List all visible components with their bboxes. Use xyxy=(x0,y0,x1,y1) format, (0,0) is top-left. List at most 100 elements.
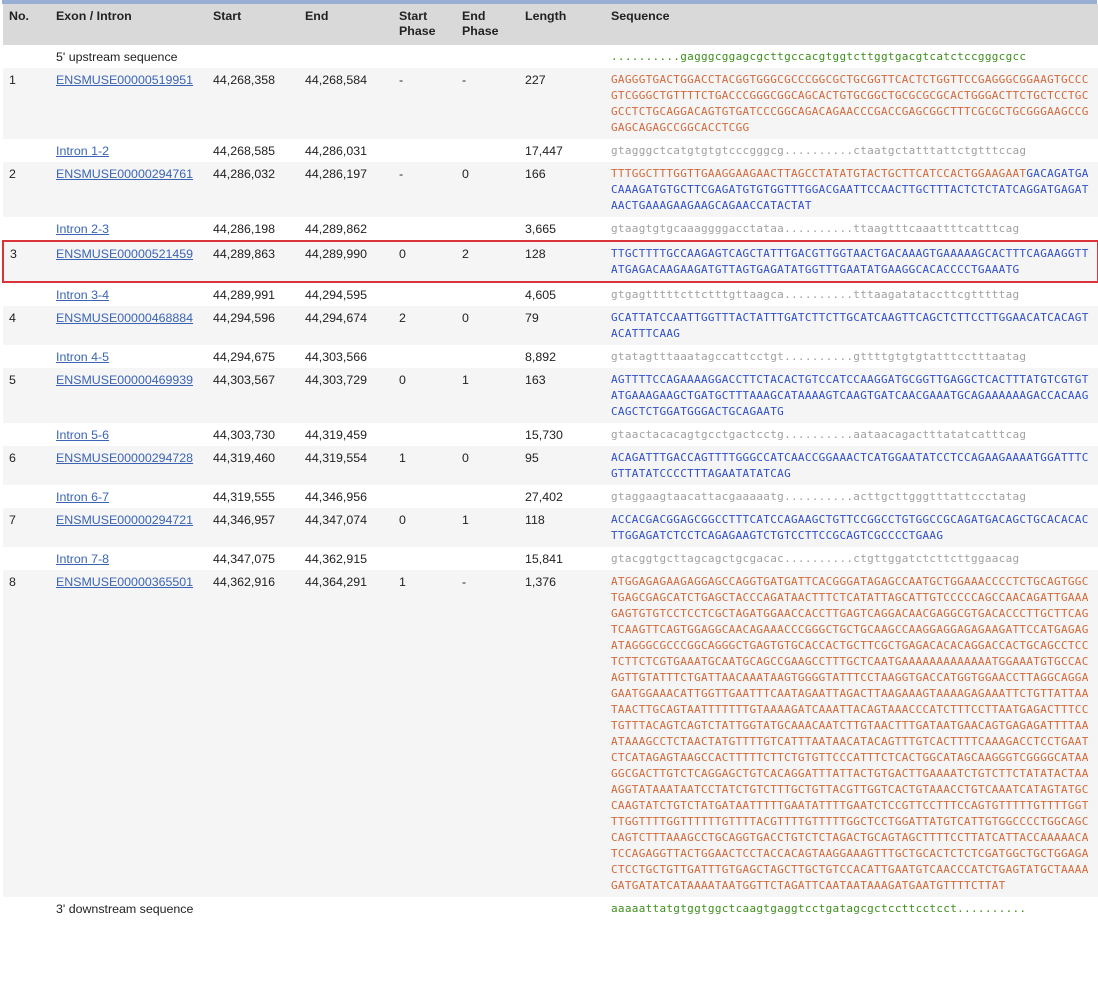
exon-link[interactable]: ENSMUSE00000468884 xyxy=(56,311,193,325)
row-number: 6 xyxy=(3,446,50,485)
col-length[interactable]: Length xyxy=(519,4,605,45)
intron-link[interactable]: Intron 3-4 xyxy=(56,288,109,302)
row-length: 1,376 xyxy=(519,570,605,897)
exon-link[interactable]: ENSMUSE00000521459 xyxy=(56,247,193,261)
col-exon-intron[interactable]: Exon / Intron xyxy=(50,4,207,45)
row-id-cell: Intron 7-8 xyxy=(50,547,207,570)
row-start-phase xyxy=(393,423,456,446)
row-id-cell: ENSMUSE00000521459 xyxy=(50,240,207,283)
row-sequence: gtaagtgtgcaaaggggacctataa..........ttaag… xyxy=(605,217,1098,241)
row-sequence: gtatagtttaaatagccattcctgt..........gtttt… xyxy=(605,345,1098,368)
intron-row: Intron 6-7 44,319,555 44,346,956 27,402 gtag… xyxy=(3,485,1098,508)
row-start: 44,294,675 xyxy=(207,345,299,368)
row-start: 44,289,863 xyxy=(207,240,299,283)
exon-link[interactable]: ENSMUSE00000294728 xyxy=(56,451,193,465)
intron-link[interactable]: Intron 2-3 xyxy=(56,222,109,236)
row-start: 44,303,567 xyxy=(207,368,299,423)
row-id-cell: ENSMUSE00000294761 xyxy=(50,162,207,217)
row-start-phase: 1 xyxy=(393,446,456,485)
col-start[interactable]: Start xyxy=(207,4,299,45)
exon-link[interactable]: ENSMUSE00000519951 xyxy=(56,73,193,87)
row-length: 79 xyxy=(519,306,605,345)
intron-row: Intron 5-6 44,303,730 44,319,459 15,730 gtaa… xyxy=(3,423,1098,446)
row-sequence: TTGCTTTTGCCAAGAGTCAGCTATTTGACGTTGGTAACTG… xyxy=(605,240,1098,283)
row-start-phase xyxy=(393,345,456,368)
upstream-sequence: ..........gagggcggagcgcttgccacgtggtcttgg… xyxy=(605,45,1098,68)
row-start: 44,303,730 xyxy=(207,423,299,446)
intron-link[interactable]: Intron 4-5 xyxy=(56,350,109,364)
row-start-phase: 1 xyxy=(393,570,456,897)
row-end-phase: 0 xyxy=(456,446,519,485)
row-end-phase xyxy=(456,547,519,570)
row-number: 5 xyxy=(3,368,50,423)
row-end: 44,303,729 xyxy=(299,368,393,423)
row-sequence: gtagggctcatgtgtgtcccgggcg..........ctaat… xyxy=(605,139,1098,162)
row-start: 44,268,358 xyxy=(207,68,299,139)
intron-link[interactable]: Intron 7-8 xyxy=(56,552,109,566)
intron-row: Intron 4-5 44,294,675 44,303,566 8,892 gtata… xyxy=(3,345,1098,368)
row-start: 44,294,596 xyxy=(207,306,299,345)
row-id-cell: ENSMUSE00000468884 xyxy=(50,306,207,345)
exon-link[interactable]: ENSMUSE00000294721 xyxy=(56,513,193,527)
row-end: 44,362,915 xyxy=(299,547,393,570)
row-number: 8 xyxy=(3,570,50,897)
row-length: 15,841 xyxy=(519,547,605,570)
row-end-phase: - xyxy=(456,570,519,897)
row-start-phase: 0 xyxy=(393,240,456,283)
row-sequence: gtgagtttttcttctttgttaagca..........tttaa… xyxy=(605,282,1098,306)
intron-link[interactable]: Intron 1-2 xyxy=(56,144,109,158)
col-end[interactable]: End xyxy=(299,4,393,45)
col-no[interactable]: No. xyxy=(3,4,50,45)
exon-row: 3 ENSMUSE00000521459 44,289,863 44,289,990 0… xyxy=(2,240,1098,283)
exon-link[interactable]: ENSMUSE00000365501 xyxy=(56,575,193,589)
intron-row: Intron 2-3 44,286,198 44,289,862 3,665 gtaag… xyxy=(3,217,1098,241)
row-sequence: ATGGAGAGAAGAGGAGCCAGGTGATGATTCACGGGATAGA… xyxy=(605,570,1098,897)
row-end: 44,289,990 xyxy=(299,240,393,283)
row-id-cell: Intron 5-6 xyxy=(50,423,207,446)
row-number: 2 xyxy=(3,162,50,217)
col-start-phase[interactable]: Start Phase xyxy=(393,4,456,45)
row-end-phase: 0 xyxy=(456,162,519,217)
row-sequence: GAGGGTGACTGGACCTACGGTGGGCGCCCGGCGCTGCGGT… xyxy=(605,68,1098,139)
row-length: 3,665 xyxy=(519,217,605,241)
row-id-cell: ENSMUSE00000294721 xyxy=(50,508,207,547)
row-sequence: ACCACGACGGAGCGGCCTTTCATCCAGAAGCTGTTCCGGC… xyxy=(605,508,1098,547)
col-end-phase[interactable]: End Phase xyxy=(456,4,519,45)
intron-link[interactable]: Intron 5-6 xyxy=(56,428,109,442)
exon-intron-table: No. Exon / Intron Start End Start Phase … xyxy=(2,4,1098,920)
row-end-phase xyxy=(456,423,519,446)
row-start: 44,319,555 xyxy=(207,485,299,508)
row-end-phase: - xyxy=(456,68,519,139)
row-end: 44,346,956 xyxy=(299,485,393,508)
intron-row: Intron 1-2 44,268,585 44,286,031 17,447 gtag… xyxy=(3,139,1098,162)
exon-row: 7 ENSMUSE00000294721 44,346,957 44,347,074 0… xyxy=(3,508,1098,547)
row-start: 44,362,916 xyxy=(207,570,299,897)
row-end: 44,319,459 xyxy=(299,423,393,446)
row-length: 8,892 xyxy=(519,345,605,368)
row-end: 44,347,074 xyxy=(299,508,393,547)
row-number xyxy=(3,423,50,446)
row-end-phase: 0 xyxy=(456,306,519,345)
row-length: 95 xyxy=(519,446,605,485)
row-id-cell: ENSMUSE00000365501 xyxy=(50,570,207,897)
exon-link[interactable]: ENSMUSE00000469939 xyxy=(56,373,193,387)
intron-link[interactable]: Intron 6-7 xyxy=(56,490,109,504)
row-start-phase xyxy=(393,547,456,570)
row-sequence: TTTGGCTTTGGTTGAAGGAAGAACTTAGCCTATATGTACT… xyxy=(605,162,1098,217)
row-start-phase xyxy=(393,282,456,306)
row-number xyxy=(3,485,50,508)
row-length: 15,730 xyxy=(519,423,605,446)
table-header-row: No. Exon / Intron Start End Start Phase … xyxy=(3,4,1098,45)
exon-row: 8 ENSMUSE00000365501 44,362,916 44,364,291 1… xyxy=(3,570,1098,897)
exon-link[interactable]: ENSMUSE00000294761 xyxy=(56,167,193,181)
row-end: 44,268,584 xyxy=(299,68,393,139)
row-length: 4,605 xyxy=(519,282,605,306)
downstream-label: 3' downstream sequence xyxy=(50,897,519,920)
row-start-phase xyxy=(393,217,456,241)
row-id-cell: ENSMUSE00000294728 xyxy=(50,446,207,485)
row-number: 1 xyxy=(3,68,50,139)
col-sequence[interactable]: Sequence xyxy=(605,4,1098,45)
row-start: 44,319,460 xyxy=(207,446,299,485)
row-id-cell: ENSMUSE00000519951 xyxy=(50,68,207,139)
row-start-phase: - xyxy=(393,68,456,139)
